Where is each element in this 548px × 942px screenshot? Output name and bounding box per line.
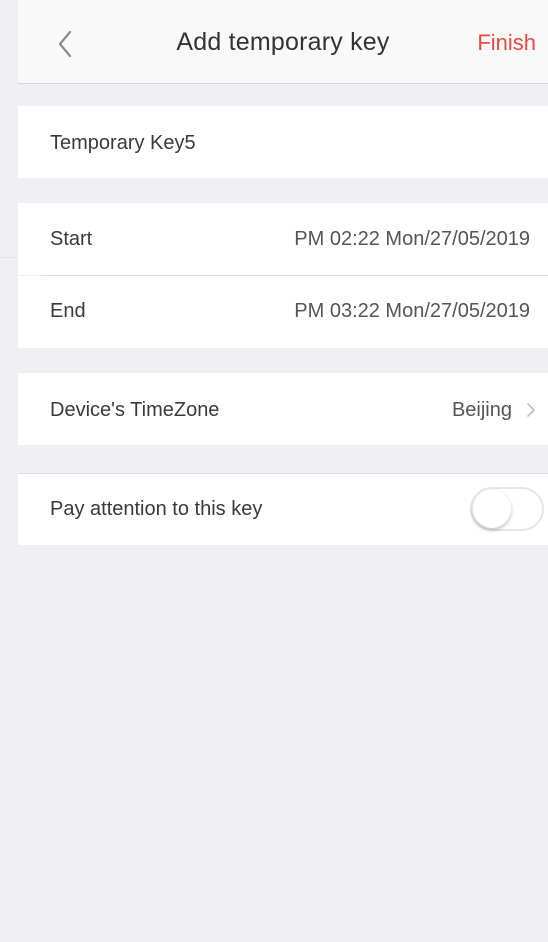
start-time-row[interactable]: Start PM 02:22 Mon/27/05/2019	[18, 203, 548, 275]
page-title: Add temporary key	[176, 28, 390, 56]
finish-button[interactable]: Finish	[477, 30, 536, 56]
divider	[0, 257, 18, 258]
screen: Add temporary key Finish Temporary Key5 …	[0, 0, 548, 942]
navigation-bar: Add temporary key Finish	[18, 0, 548, 84]
timezone-value: Beijing	[451, 399, 512, 421]
pay-attention-label: Pay attention to this key	[50, 498, 263, 520]
end-label: End	[50, 300, 86, 322]
end-value: PM 03:22 Mon/27/05/2019	[294, 300, 530, 322]
key-name-text[interactable]: Temporary Key5	[50, 132, 196, 155]
start-value: PM 02:22 Mon/27/05/2019	[294, 228, 530, 250]
timezone-label: Device's TimeZone	[50, 399, 220, 421]
pay-attention-row: Pay attention to this key	[18, 473, 548, 545]
chevron-right-icon	[527, 403, 535, 417]
start-label: Start	[50, 228, 93, 250]
timezone-row[interactable]: Device's TimeZone Beijing	[18, 373, 548, 445]
toggle-knob	[473, 490, 511, 528]
key-name-row[interactable]: Temporary Key5	[18, 106, 548, 178]
end-time-row[interactable]: End PM 03:22 Mon/27/05/2019	[18, 276, 548, 348]
pay-attention-toggle[interactable]	[470, 487, 544, 531]
